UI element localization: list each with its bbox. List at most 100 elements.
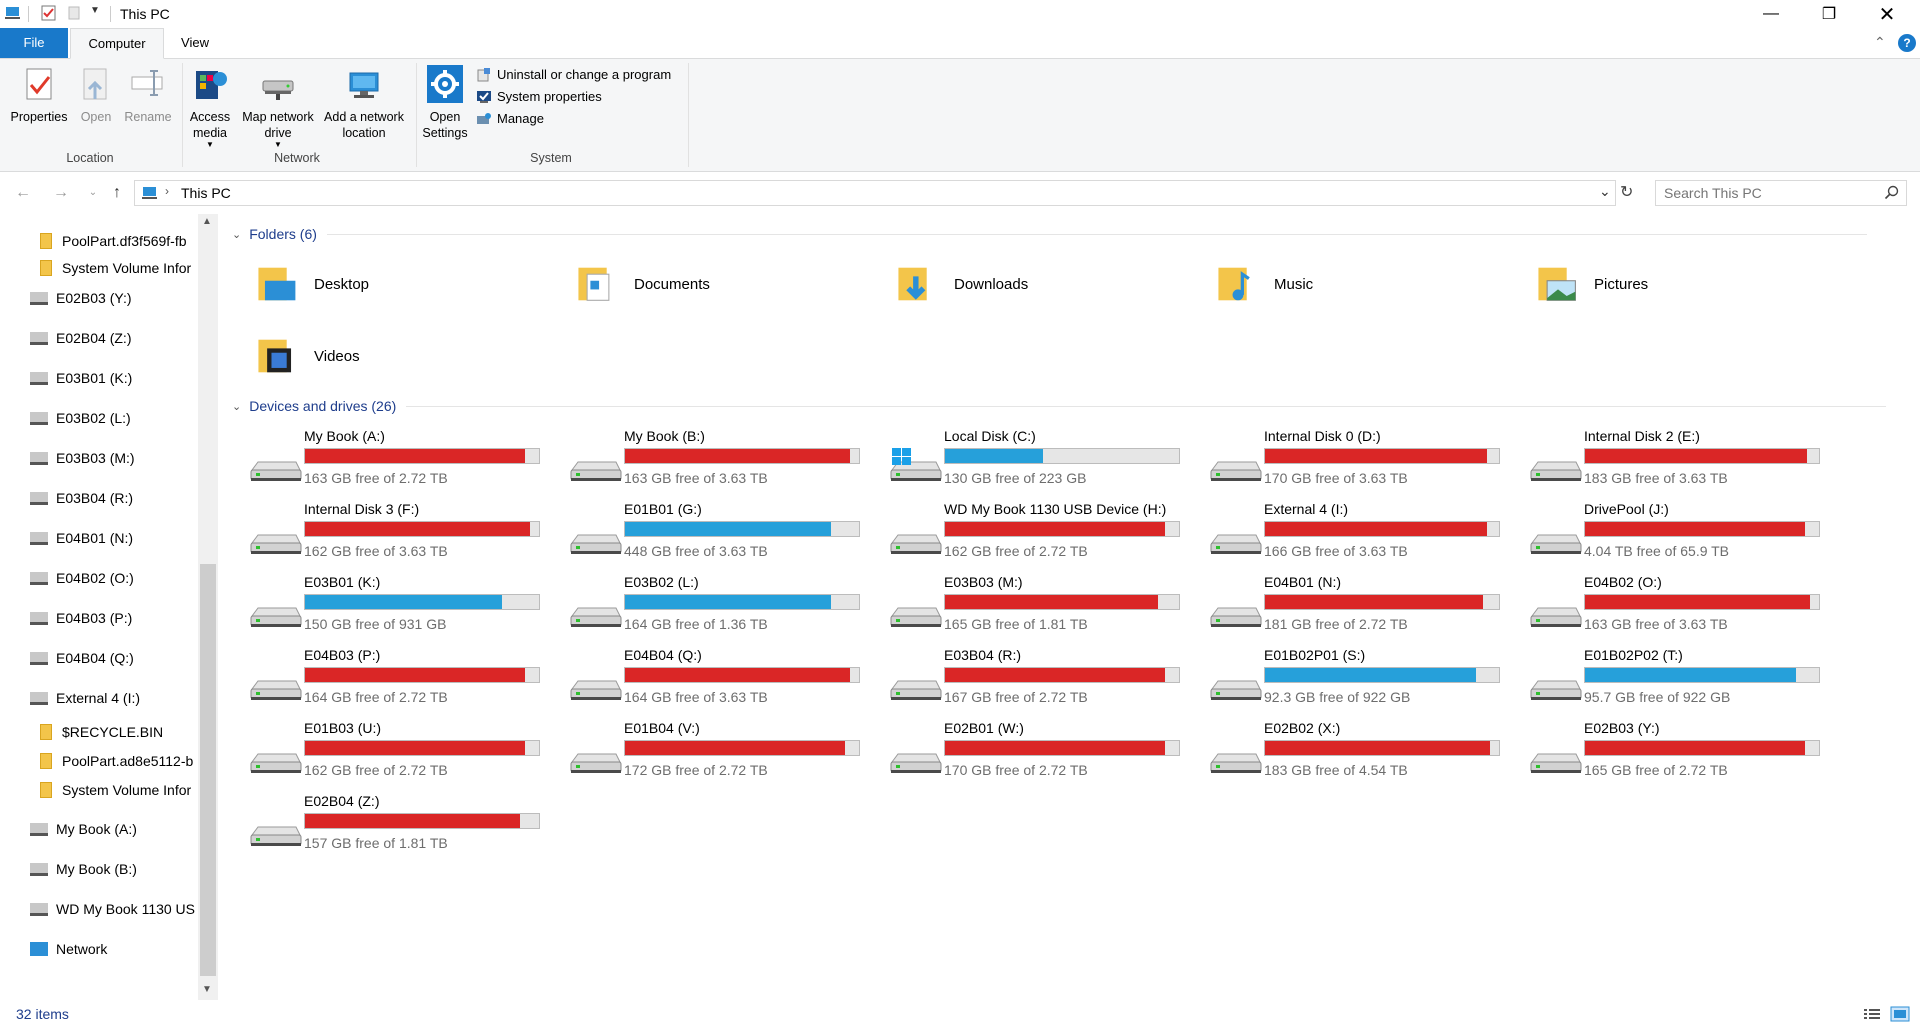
drive-tile[interactable]: E03B04 (R:) 167 GB free of 2.72 TB: [886, 647, 1196, 717]
content-pane: ⌄ Folders (6) Desktop Documents Downloads M…: [226, 214, 1916, 1004]
sidebar-item[interactable]: E03B04 (R:): [30, 478, 218, 518]
system-properties-button[interactable]: System properties: [476, 86, 671, 108]
drive-tile[interactable]: E03B01 (K:) 150 GB free of 931 GB: [246, 574, 556, 644]
details-view-icon[interactable]: [1862, 1006, 1882, 1022]
sidebar-item[interactable]: E04B04 (Q:): [30, 638, 218, 678]
add-network-location-button[interactable]: Add a network location: [320, 65, 408, 141]
drive-name: E01B01 (G:): [624, 501, 702, 517]
search-input[interactable]: [1662, 183, 1876, 203]
drive-icon-wrap: [1208, 740, 1262, 778]
sidebar-item[interactable]: E03B02 (L:): [30, 398, 218, 438]
sidebar-item[interactable]: My Book (B:): [30, 849, 218, 889]
map-network-drive-button[interactable]: Map network drive ▼: [238, 65, 318, 149]
address-bar[interactable]: › This PC ⌄: [134, 180, 1616, 206]
sidebar-item[interactable]: E02B03 (Y:): [30, 278, 218, 318]
drive-tile[interactable]: E03B02 (L:) 164 GB free of 1.36 TB: [566, 574, 876, 644]
properties-quick-icon[interactable]: [40, 4, 58, 22]
folder-item[interactable]: Documents: [574, 254, 874, 314]
breadcrumb-chevron-icon[interactable]: ›: [165, 184, 169, 198]
drive-tile[interactable]: E04B03 (P:) 164 GB free of 2.72 TB: [246, 647, 556, 717]
drive-tile[interactable]: E02B01 (W:) 170 GB free of 2.72 TB: [886, 720, 1196, 790]
restore-button[interactable]: ❐: [1800, 0, 1858, 28]
hard-drive-icon: [1530, 753, 1582, 773]
folder-item[interactable]: Downloads: [894, 254, 1194, 314]
back-arrow-icon[interactable]: ←: [12, 182, 34, 204]
customize-quick-access-icon[interactable]: ▼: [90, 5, 100, 16]
sidebar-item[interactable]: PoolPart.ad8e5112-b: [40, 746, 218, 776]
folder-item[interactable]: Music: [1214, 254, 1514, 314]
hard-drive-icon: [250, 534, 302, 554]
collapse-chevron-icon[interactable]: ⌄: [232, 228, 241, 241]
drive-tile[interactable]: E01B01 (G:) 448 GB free of 3.63 TB: [566, 501, 876, 571]
sidebar-item[interactable]: $RECYCLE.BIN: [40, 717, 218, 747]
drive-tile[interactable]: E01B03 (U:) 162 GB free of 2.72 TB: [246, 720, 556, 790]
drive-tile[interactable]: E01B02P01 (S:) 92.3 GB free of 922 GB: [1206, 647, 1516, 717]
drive-tile[interactable]: Internal Disk 2 (E:) 183 GB free of 3.63 …: [1526, 428, 1836, 498]
folder-item[interactable]: Desktop: [254, 254, 554, 314]
drive-tile[interactable]: Local Disk (C:) 130 GB free of 223 GB: [886, 428, 1196, 498]
help-icon[interactable]: ?: [1898, 34, 1916, 52]
search-box[interactable]: [1655, 180, 1907, 206]
collapse-chevron-icon[interactable]: ⌄: [232, 400, 241, 413]
drive-tile[interactable]: Internal Disk 3 (F:) 162 GB free of 3.63 …: [246, 501, 556, 571]
sidebar-item[interactable]: E03B03 (M:): [30, 438, 218, 478]
sidebar-item[interactable]: PoolPart.df3f569f-fb: [40, 226, 218, 256]
drive-tile[interactable]: My Book (A:) 163 GB free of 2.72 TB: [246, 428, 556, 498]
sidebar-item[interactable]: My Book (A:): [30, 809, 218, 849]
sidebar-item[interactable]: E04B03 (P:): [30, 598, 218, 638]
access-media-button[interactable]: Access media ▼: [186, 65, 234, 149]
drive-tile[interactable]: Internal Disk 0 (D:) 170 GB free of 3.63 …: [1206, 428, 1516, 498]
drive-tile[interactable]: DrivePool (J:) 4.04 TB free of 65.9 TB: [1526, 501, 1836, 571]
collapse-ribbon-icon[interactable]: ⌃: [1874, 34, 1886, 51]
properties-button[interactable]: Properties: [6, 65, 72, 125]
drive-tile[interactable]: E01B02P02 (T:) 95.7 GB free of 922 GB: [1526, 647, 1836, 717]
manage-button[interactable]: Manage: [476, 108, 671, 130]
rename-button[interactable]: Rename: [120, 65, 176, 125]
search-icon[interactable]: [1884, 185, 1899, 200]
new-folder-quick-icon[interactable]: [66, 4, 84, 22]
forward-arrow-icon[interactable]: →: [50, 182, 72, 204]
drive-tile[interactable]: WD My Book 1130 USB Device (H:) 162 GB fr…: [886, 501, 1196, 571]
sidebar-item[interactable]: E04B01 (N:): [30, 518, 218, 558]
up-arrow-icon[interactable]: ↑: [106, 182, 128, 204]
drive-tile[interactable]: E02B02 (X:) 183 GB free of 4.54 TB: [1206, 720, 1516, 790]
minimize-button[interactable]: —: [1742, 0, 1800, 28]
refresh-icon[interactable]: ↻: [1620, 182, 1633, 202]
scroll-up-arrow-icon[interactable]: ▲: [202, 216, 212, 227]
scrollbar-thumb[interactable]: [200, 564, 216, 976]
tab-computer[interactable]: Computer: [70, 28, 164, 59]
recent-locations-chevron-icon[interactable]: ⌄: [82, 182, 104, 204]
scroll-down-arrow-icon[interactable]: ▼: [202, 984, 212, 995]
sidebar-item[interactable]: E02B04 (Z:): [30, 318, 218, 358]
sidebar-item[interactable]: E04B02 (O:): [30, 558, 218, 598]
uninstall-program-button[interactable]: Uninstall or change a program: [476, 64, 671, 86]
open-settings-label: Open Settings: [422, 110, 468, 140]
breadcrumb-this-pc[interactable]: This PC: [181, 185, 231, 201]
open-settings-button[interactable]: Open Settings: [420, 65, 470, 141]
drive-tile[interactable]: External 4 (I:) 166 GB free of 3.63 TB: [1206, 501, 1516, 571]
drive-tile[interactable]: E04B04 (Q:) 164 GB free of 3.63 TB: [566, 647, 876, 717]
sidebar-item[interactable]: External 4 (I:): [30, 678, 218, 718]
drive-tile[interactable]: E04B01 (N:) 181 GB free of 2.72 TB: [1206, 574, 1516, 644]
sidebar-item[interactable]: WD My Book 1130 US: [30, 889, 218, 929]
folder-item[interactable]: Pictures: [1534, 254, 1834, 314]
drive-tile[interactable]: E03B03 (M:) 165 GB free of 1.81 TB: [886, 574, 1196, 644]
sidebar-item[interactable]: Network: [30, 929, 218, 969]
tab-view[interactable]: View: [172, 28, 218, 58]
folder-item[interactable]: Videos: [254, 326, 554, 386]
close-button[interactable]: ✕: [1858, 0, 1916, 28]
open-button[interactable]: Open: [76, 65, 116, 125]
drive-tile[interactable]: E02B03 (Y:) 165 GB free of 2.72 TB: [1526, 720, 1836, 790]
large-icons-view-icon[interactable]: [1890, 1006, 1910, 1022]
sidebar-item[interactable]: E03B01 (K:): [30, 358, 218, 398]
drive-tile[interactable]: E01B04 (V:) 172 GB free of 2.72 TB: [566, 720, 876, 790]
drive-tile[interactable]: My Book (B:) 163 GB free of 3.63 TB: [566, 428, 876, 498]
drive-free-space: 166 GB free of 3.63 TB: [1264, 543, 1408, 559]
sidebar-item[interactable]: System Volume Infor: [40, 775, 218, 805]
address-dropdown-chevron-icon[interactable]: ⌄: [1599, 183, 1611, 200]
folders-section-header[interactable]: ⌄ Folders (6): [232, 226, 1867, 242]
tab-file[interactable]: File: [0, 28, 68, 58]
drives-section-header[interactable]: ⌄ Devices and drives (26): [232, 398, 1887, 414]
drive-tile[interactable]: E04B02 (O:) 163 GB free of 3.63 TB: [1526, 574, 1836, 644]
drive-tile[interactable]: E02B04 (Z:) 157 GB free of 1.81 TB: [246, 793, 556, 863]
